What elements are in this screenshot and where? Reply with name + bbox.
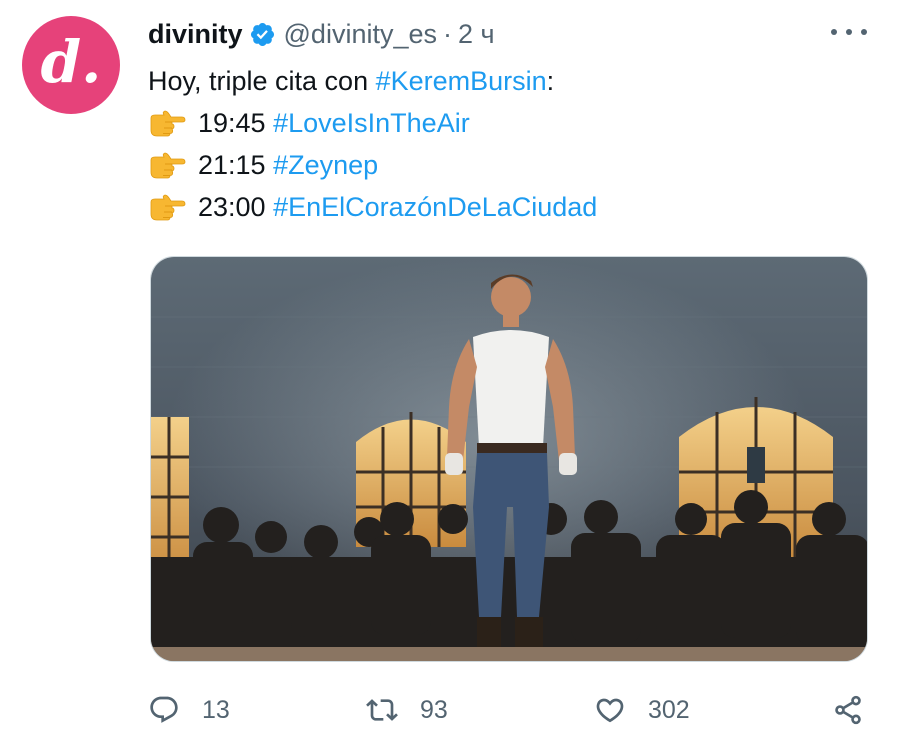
like-count: 302 [648, 695, 690, 724]
separator-dot: · [443, 18, 452, 49]
schedule-time: 21:15 [198, 150, 266, 180]
tweet-text: Hoy, triple cita con #KeremBursin : 19:4… [148, 60, 597, 228]
more-options-icon[interactable] [831, 26, 867, 38]
intro-suffix: : [546, 66, 555, 96]
pointing-right-hand-icon [150, 152, 186, 179]
schedule-line: 19:45 #LoveIsInTheAir [148, 102, 597, 144]
avatar[interactable]: d. [22, 16, 120, 114]
scene-photo [151, 257, 867, 661]
user-handle[interactable]: @divinity_es [284, 19, 437, 50]
reply-button[interactable]: 13 [148, 690, 230, 730]
pointing-right-hand-icon [150, 194, 186, 221]
reply-count: 13 [202, 695, 230, 724]
reply-icon [150, 696, 178, 723]
share-icon [835, 695, 861, 725]
hashtag-link[interactable]: #KeremBursin [376, 60, 547, 102]
schedule-time: 23:00 [198, 192, 266, 222]
hashtag-link[interactable]: #LoveIsInTheAir [273, 102, 470, 144]
intro-text: Hoy, triple cita con [148, 66, 376, 96]
schedule-time: 19:45 [198, 108, 266, 138]
tweet-image[interactable] [150, 256, 868, 662]
schedule-line: 23:00 #EnElCorazónDeLaCiudad [148, 186, 597, 228]
avatar-logo: d. [40, 28, 102, 96]
schedule-line: 21:15 #Zeynep [148, 144, 597, 186]
heart-icon [596, 698, 624, 723]
hashtag-link[interactable]: #EnElCorazónDeLaCiudad [273, 186, 597, 228]
tweet-intro-line: Hoy, triple cita con #KeremBursin : [148, 60, 597, 102]
retweet-icon [366, 699, 398, 721]
display-name[interactable]: divinity [148, 19, 243, 50]
tweet-header: divinity @divinity_es · 2 ч [148, 14, 495, 54]
like-button[interactable]: 302 [594, 690, 690, 730]
tweet-actions: 13 93 302 [148, 690, 870, 730]
retweet-count: 93 [420, 695, 448, 724]
hashtag-link[interactable]: #Zeynep [273, 144, 378, 186]
share-button[interactable] [832, 690, 864, 730]
retweet-button[interactable]: 93 [366, 690, 448, 730]
verified-badge-icon [250, 22, 274, 46]
timestamp[interactable]: 2 ч [458, 19, 495, 50]
pointing-right-hand-icon [150, 110, 186, 137]
